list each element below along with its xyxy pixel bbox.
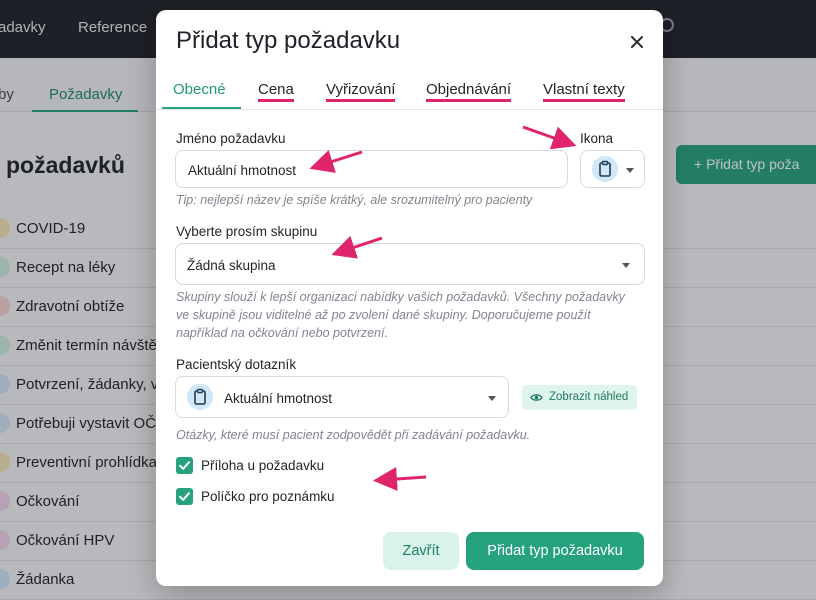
arrow-annotation [309,150,363,173]
arrow-annotation [373,467,427,491]
annotation-arrows [309,125,577,491]
arrow-annotation [331,235,383,259]
arrow-annotation [522,125,577,150]
